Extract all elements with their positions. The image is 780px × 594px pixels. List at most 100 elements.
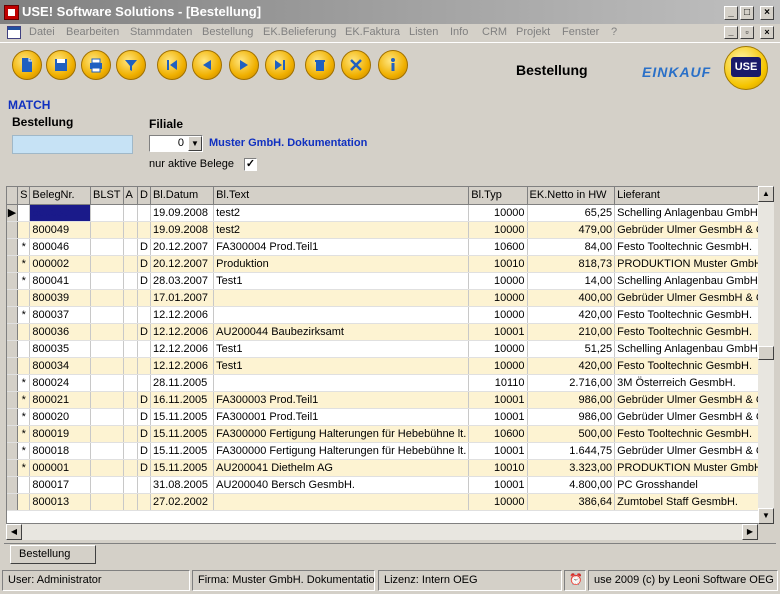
info-icon[interactable] [378,50,408,80]
table-cell[interactable]: 479,00 [527,221,616,239]
table-row[interactable]: * 000002 D 20.12.2007 Produktion 10010 818,73 P… [7,255,773,273]
table-cell[interactable] [17,204,31,222]
table-cell[interactable]: 31.08.2005 [150,476,215,494]
table-cell[interactable]: 28.11.2005 [150,374,215,392]
current-row-arrow-icon[interactable]: ▶ [7,204,19,222]
table-cell[interactable]: Festo Tooltechnic GesmbH. [614,425,773,443]
table-cell[interactable]: FA300000 Fertigung Halterungen für Hebeb… [213,425,470,443]
horizontal-scrollbar[interactable]: ◀ ▶ [6,524,758,540]
scroll-up-icon[interactable]: ▲ [758,186,774,202]
table-cell[interactable] [137,221,151,239]
table-row[interactable]: * 800046 D 20.12.2007 FA300004 Prod.Teil1 106… [7,238,773,256]
table-cell[interactable]: 15.11.2005 [150,408,215,426]
table-cell[interactable]: 800041 [29,272,92,290]
table-cell[interactable]: 65,25 [527,204,616,222]
table-cell[interactable]: 10000 [468,221,528,239]
minimize-icon[interactable]: _ [724,6,738,20]
table-cell[interactable]: 986,00 [527,408,616,426]
row-indicator[interactable] [7,391,19,409]
table-cell[interactable]: 800037 [29,306,92,324]
table-cell[interactable] [137,306,151,324]
table-cell[interactable]: * [17,425,31,443]
table-cell[interactable] [90,340,124,358]
table-cell[interactable] [90,323,124,341]
table-cell[interactable]: Test1 [213,357,470,375]
table-cell[interactable]: D [137,255,151,273]
table-cell[interactable]: 12.12.2006 [150,357,215,375]
mdi-minimize-icon[interactable]: _ [724,26,738,39]
trash-icon[interactable] [305,50,335,80]
row-indicator[interactable] [7,357,19,375]
row-indicator[interactable] [7,272,19,290]
table-cell[interactable]: 27.02.2002 [150,493,215,511]
table-cell[interactable] [90,306,124,324]
row-indicator[interactable] [7,408,19,426]
table-cell[interactable]: Gebrüder Ulmer GesmbH & Co [614,408,773,426]
table-cell[interactable]: * [17,459,31,477]
table-cell[interactable] [17,476,31,494]
row-indicator[interactable] [7,238,19,256]
row-indicator[interactable] [7,493,19,511]
table-cell[interactable]: 986,00 [527,391,616,409]
table-cell[interactable] [137,357,151,375]
table-cell[interactable]: * [17,408,31,426]
table-cell[interactable]: PRODUKTION Muster GmbH. [614,255,773,273]
table-cell[interactable]: 19.09.2008 [150,221,215,239]
table-cell[interactable]: D [137,408,151,426]
table-cell[interactable]: 3.323,00 [527,459,616,477]
first-record-icon[interactable] [157,50,187,80]
table-cell[interactable]: 10000 [468,289,528,307]
table-cell[interactable]: 10000 [468,272,528,290]
row-indicator[interactable] [7,476,19,494]
table-cell[interactable] [123,238,139,256]
table-cell[interactable]: AU200040 Bersch GesmbH. [213,476,470,494]
menu-crm[interactable]: CRM [482,26,507,38]
menu-bearbeiten[interactable]: Bearbeiten [66,26,119,38]
table-cell[interactable]: 10010 [468,255,528,273]
table-cell[interactable] [137,204,151,222]
cancel-icon[interactable] [341,50,371,80]
table-cell[interactable]: 10001 [468,408,528,426]
table-cell[interactable]: 800049 [29,221,92,239]
table-cell[interactable] [123,340,139,358]
row-indicator[interactable] [7,306,19,324]
table-cell[interactable]: 10000 [468,340,528,358]
mdi-restore-icon[interactable]: ▫ [740,26,754,39]
menu-projekt[interactable]: Projekt [516,26,550,38]
row-indicator[interactable] [7,425,19,443]
table-row[interactable]: 800017 31.08.2005 AU200040 Bersch GesmbH. 1… [7,476,773,494]
next-record-icon[interactable] [229,50,259,80]
table-cell[interactable]: 10000 [468,204,528,222]
table-cell[interactable] [123,442,139,460]
table-cell[interactable]: Festo Tooltechnic GesmbH. [614,357,773,375]
row-indicator[interactable] [7,255,19,273]
table-row[interactable]: 800013 27.02.2002 10000 386,64 Zumtobel Staf… [7,493,773,511]
table-cell[interactable]: 12.12.2006 [150,323,215,341]
table-cell[interactable]: PRODUKTION Muster GmbH. [614,459,773,477]
row-indicator[interactable] [7,374,19,392]
table-cell[interactable]: AU200044 Baubezirksamt [213,323,470,341]
table-row[interactable]: 800034 12.12.2006 Test1 10000 420,00 Festo To… [7,357,773,375]
table-cell[interactable]: 2.716,00 [527,374,616,392]
table-cell[interactable]: test2 [213,204,470,222]
table-cell[interactable]: * [17,374,31,392]
table-cell[interactable] [213,306,470,324]
table-cell[interactable]: * [17,391,31,409]
row-indicator[interactable] [7,340,19,358]
table-cell[interactable]: 84,00 [527,238,616,256]
table-cell[interactable] [137,476,151,494]
table-cell[interactable]: 800039 [29,289,92,307]
table-cell[interactable] [123,391,139,409]
column-header[interactable]: BLST [90,187,124,205]
table-cell[interactable]: Produktion [213,255,470,273]
table-row[interactable]: * 800037 12.12.2006 10000 420,00 Festo Toolte… [7,306,773,324]
vertical-scrollbar[interactable]: ▲ ▼ [758,186,774,524]
menu-datei[interactable]: Datei [29,26,55,38]
table-cell[interactable]: 800020 [29,408,92,426]
print-icon[interactable] [81,50,111,80]
table-cell[interactable]: 20.12.2007 [150,238,215,256]
row-indicator[interactable] [7,221,19,239]
table-row[interactable]: ▶ 800050 19.09.2008 test2 10000 65,25 Schellin… [7,204,773,222]
table-cell[interactable] [90,357,124,375]
menu-ek-belieferung[interactable]: EK.Belieferung [263,26,336,38]
